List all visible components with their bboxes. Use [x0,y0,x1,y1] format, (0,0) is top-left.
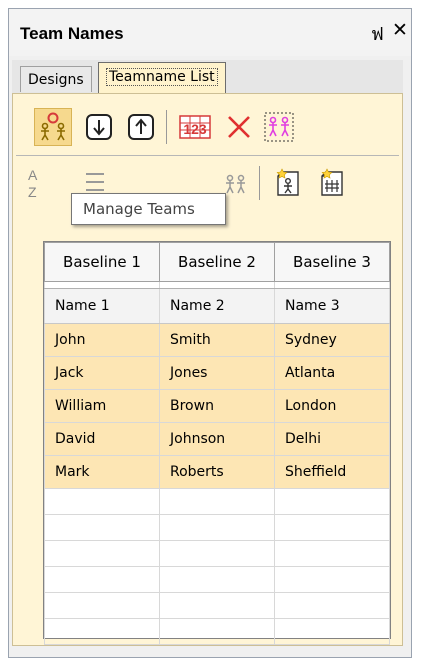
table-cell[interactable]: Sydney [274,323,390,357]
numbering-button[interactable]: 123 [176,108,214,146]
table-cell[interactable]: Jack [44,356,160,390]
import-list-button[interactable] [314,164,352,202]
grid-subheader-row: Name 1 Name 2 Name 3 [44,288,390,324]
subheader-cell[interactable]: Name 2 [159,288,275,324]
subheader-cell[interactable]: Name 1 [44,288,160,324]
empty-row[interactable] [44,592,390,619]
svg-text:Z: Z [28,184,37,200]
delete-button[interactable] [220,108,258,146]
tab-label: Teamname List [106,68,218,86]
delete-icon [228,116,250,138]
empty-row[interactable] [44,618,390,645]
import-button[interactable] [270,164,308,202]
table-cell[interactable]: Johnson [159,422,275,456]
table-cell[interactable]: John [44,323,160,357]
table-row[interactable]: Jack Jones Atlanta [44,356,390,390]
sort-az-icon: A Z [28,167,38,200]
empty-row[interactable] [44,514,390,541]
table-cell[interactable]: Atlanta [274,356,390,390]
move-down-button[interactable] [80,108,118,146]
svg-text:123: 123 [183,121,207,137]
table-cell[interactable]: William [44,389,160,423]
empty-row[interactable] [44,488,390,515]
table-cell[interactable]: David [44,422,160,456]
subheader-cell[interactable]: Name 3 [274,288,390,324]
import-icon [276,168,299,196]
manage-teams-icon [41,112,65,141]
toolbar-row-1: 123 [16,104,391,152]
table-cell[interactable]: Roberts [159,455,275,489]
panel-title: Team Names [20,24,124,43]
sort-az-button[interactable]: A Z [24,164,48,202]
tab-teamname-list[interactable]: Teamname List [98,62,226,93]
tab-designs[interactable]: Designs [20,66,92,92]
table-cell[interactable]: Brown [159,389,275,423]
column-header[interactable]: Baseline 3 [274,242,390,282]
table-row[interactable]: William Brown London [44,389,390,423]
select-team-icon [264,112,294,142]
move-up-button[interactable] [122,108,160,146]
table-cell[interactable]: Jones [159,356,275,390]
close-icon[interactable]: ✕ [392,19,410,41]
tab-label: Designs [28,72,84,88]
tab-strip: Designs Teamname List [12,60,403,93]
table-cell[interactable]: London [274,389,390,423]
table-row[interactable]: David Johnson Delhi [44,422,390,456]
pin-icon[interactable]: ฟ [371,19,389,45]
team-names-grid: Baseline 1 Baseline 2 Baseline 3 Name 1 … [43,241,391,645]
table-cell[interactable]: Mark [44,455,160,489]
move-up-icon [128,114,154,140]
toolbar-divider [16,155,399,156]
table-cell[interactable]: Sheffield [274,455,390,489]
grid-header-row: Baseline 1 Baseline 2 Baseline 3 [44,242,390,282]
svg-text:A: A [28,167,38,183]
manage-teams-button[interactable] [34,108,72,146]
table-row[interactable]: Mark Roberts Sheffield [44,455,390,489]
empty-row[interactable] [44,540,390,567]
move-down-icon [86,114,112,140]
table-cell[interactable]: Smith [159,323,275,357]
table-row[interactable]: John Smith Sydney [44,323,390,357]
table-cell[interactable]: Delhi [274,422,390,456]
panel-titlebar: Team Names ฟ ✕ [9,9,411,56]
manage-teams-tooltip: Manage Teams [71,193,226,225]
empty-row[interactable] [44,566,390,593]
select-team-button[interactable] [260,108,298,146]
import-list-icon [321,168,343,196]
column-header[interactable]: Baseline 1 [44,242,160,282]
numbering-icon: 123 [179,115,211,139]
column-header[interactable]: Baseline 2 [159,242,275,282]
